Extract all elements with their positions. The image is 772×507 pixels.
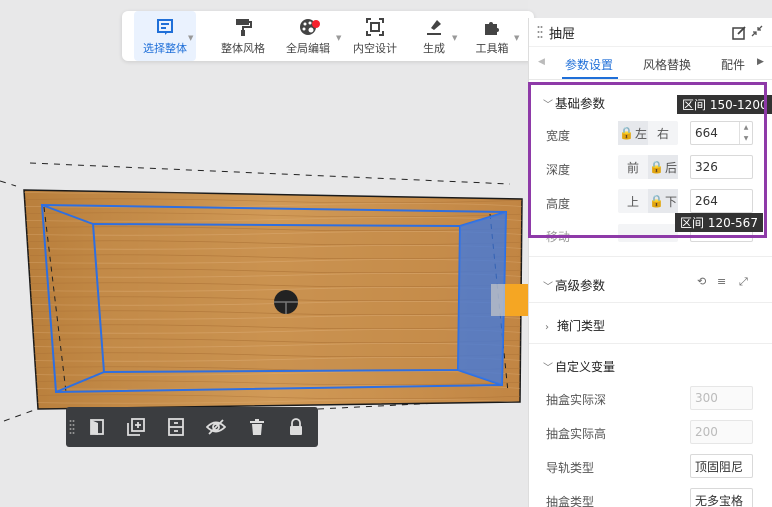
toolbox-tool[interactable]: 工具箱 ▼: [472, 11, 519, 61]
custom-var-label: 抽盒类型: [546, 495, 595, 507]
interior-design-tool[interactable]: 内空设计: [350, 11, 400, 61]
overall-style-tool[interactable]: 整体风格: [218, 11, 268, 61]
gavel-icon: [424, 17, 444, 37]
hide-icon[interactable]: [205, 416, 227, 438]
expand-icon[interactable]: ⤢: [739, 275, 748, 289]
section-divider: [529, 302, 772, 303]
tab-params[interactable]: 参数设置: [565, 56, 613, 73]
panel-title: 抽屉: [549, 26, 576, 42]
notification-dot: [311, 20, 320, 28]
drawer-icon[interactable]: [165, 416, 187, 438]
door-icon[interactable]: [86, 416, 108, 438]
tab-parts[interactable]: 配件: [721, 56, 745, 73]
box-type-select[interactable]: 无多宝格: [690, 488, 753, 507]
tab-style[interactable]: 风格替换: [643, 56, 691, 73]
custom-var-input[interactable]: 300: [690, 386, 753, 410]
tool-label: 全局编辑: [286, 42, 330, 55]
door-type-row[interactable]: › 掩门类型: [545, 317, 605, 334]
palette-icon: [298, 17, 320, 37]
select-all-tool[interactable]: 选择整体 ▼: [134, 11, 196, 61]
tool-label: 选择整体: [143, 42, 187, 55]
paint-roller-icon: [233, 17, 253, 37]
caret-down-icon[interactable]: ▼: [514, 34, 519, 42]
chevron-down-icon: ﹀: [543, 282, 553, 293]
highlight-annotation: [528, 82, 767, 238]
floating-action-bar: [66, 407, 318, 447]
chevron-down-icon: ﹀: [543, 363, 553, 374]
custom-vars-header[interactable]: ﹀ 自定义变量: [543, 358, 615, 375]
rail-type-select[interactable]: 顶固阻尼: [690, 454, 753, 478]
panel-tabs: ◀ 参数设置 风格替换 配件 ▶: [529, 47, 772, 80]
tool-label: 内空设计: [353, 42, 397, 55]
active-tab-indicator: [562, 77, 618, 79]
section-divider: [529, 343, 772, 344]
main-toolbar: 选择整体 ▼ 整体风格 全局编辑 ▼ 内空设计 生成 ▼ 工具箱 ▼: [122, 11, 534, 61]
reset-icon[interactable]: ⟲: [697, 275, 706, 288]
drag-handle-icon[interactable]: [69, 419, 75, 435]
delete-icon[interactable]: [246, 416, 268, 438]
sort-icon[interactable]: ≡: [717, 275, 726, 288]
drawer-handle: [505, 284, 528, 316]
section-divider: [529, 256, 772, 257]
tool-label: 生成: [423, 42, 445, 55]
tool-label: 整体风格: [221, 42, 265, 55]
list-icon: [155, 17, 175, 37]
drag-handle-icon[interactable]: [537, 25, 543, 39]
lock-icon[interactable]: [285, 416, 307, 438]
chevron-right-icon: ›: [545, 322, 549, 333]
frame-icon: [365, 17, 385, 37]
caret-down-icon[interactable]: ▼: [188, 34, 193, 42]
edit-icon[interactable]: [732, 26, 746, 40]
collapse-icon[interactable]: [751, 25, 763, 37]
tab-scroll-left-icon[interactable]: ◀: [538, 57, 545, 67]
custom-var-input[interactable]: 200: [690, 420, 753, 444]
advanced-params-header[interactable]: ﹀ 高级参数: [543, 275, 605, 294]
global-edit-tool[interactable]: 全局编辑 ▼: [282, 11, 341, 61]
puzzle-icon: [482, 17, 502, 37]
add-panel-icon[interactable]: [125, 416, 147, 438]
generate-tool[interactable]: 生成 ▼: [418, 11, 457, 61]
caret-down-icon[interactable]: ▼: [336, 34, 341, 42]
tab-scroll-right-icon[interactable]: ▶: [757, 57, 764, 67]
custom-var-label: 抽盒实际高: [546, 427, 607, 441]
panel-header: 抽屉: [529, 18, 772, 47]
custom-var-label: 导轨类型: [546, 461, 595, 475]
tool-label: 工具箱: [475, 42, 509, 55]
caret-down-icon[interactable]: ▼: [452, 34, 457, 42]
custom-var-label: 抽盒实际深: [546, 393, 607, 407]
